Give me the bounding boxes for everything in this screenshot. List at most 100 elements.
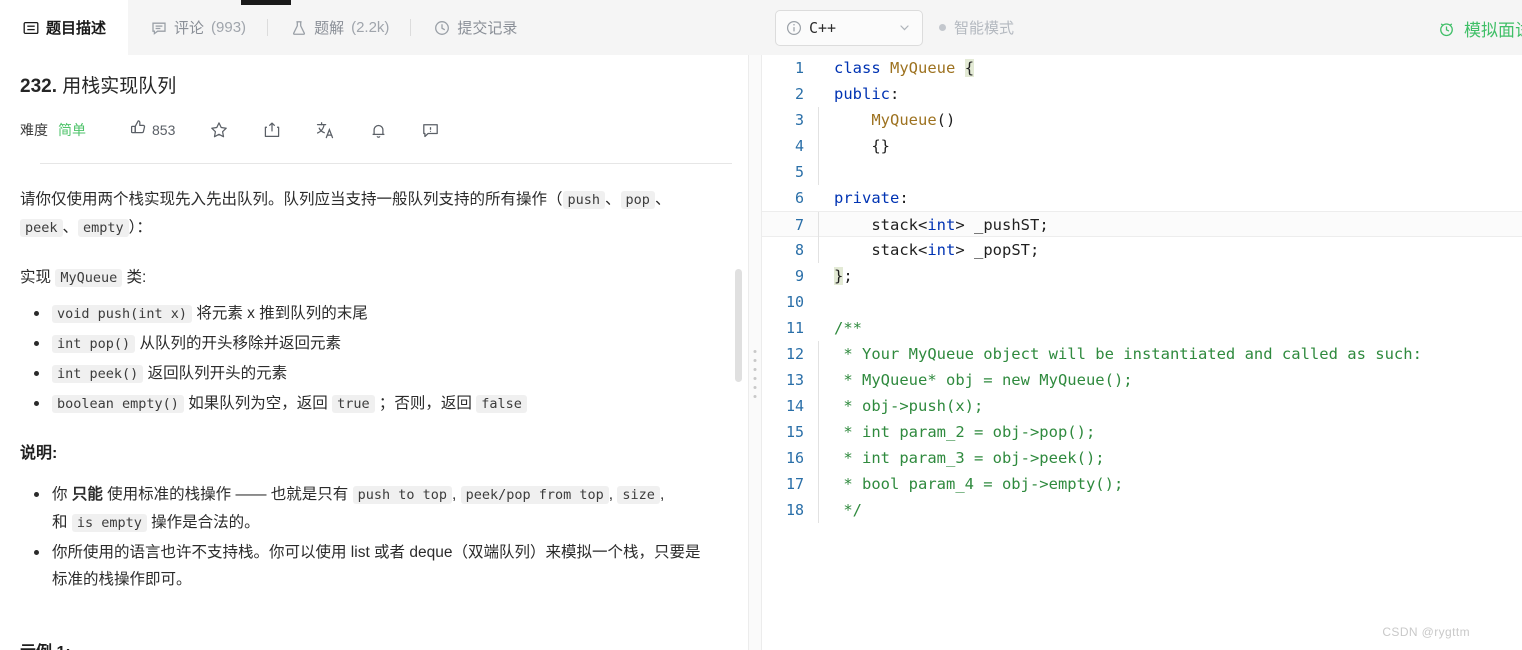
code-editor[interactable]: 1 class MyQueue { 2 public: 3 MyQueue() … bbox=[762, 55, 1522, 650]
tab-list: 题目描述 评论 (993) 题解 (2.2k) 提交记录 bbox=[0, 0, 539, 55]
list-item: int peek() 返回队列开头的元素 bbox=[34, 360, 704, 388]
list-item: 你 只能 使用标准的栈操作 —— 也就是只有 push to top, peek… bbox=[34, 481, 704, 537]
inline-code-peek-pop-from-top: peek/pop from top bbox=[460, 486, 609, 504]
share-icon[interactable] bbox=[263, 121, 281, 139]
code-line: 11 /** bbox=[762, 315, 1522, 341]
problem-description-panel: 232. 用栈实现队列 难度 简单 853 请你仅使用两个栈实现先入先出队列。队… bbox=[0, 55, 748, 650]
code-line: 5 bbox=[762, 159, 1522, 185]
tab-solutions[interactable]: 题解 (2.2k) bbox=[268, 0, 412, 55]
implement-class-paragraph: 实现 MyQueue 类: bbox=[20, 264, 704, 292]
tab-comments-count: (993) bbox=[211, 19, 247, 36]
code-content[interactable]: {} bbox=[818, 133, 1522, 159]
line-number: 3 bbox=[794, 111, 804, 129]
panel-splitter[interactable] bbox=[748, 55, 762, 650]
line-number: 11 bbox=[785, 319, 804, 337]
difficulty-label: 难度 bbox=[20, 122, 48, 138]
tab-description-label: 题目描述 bbox=[46, 20, 107, 37]
code-content[interactable]: * Your MyQueue object will be instantiat… bbox=[818, 341, 1522, 367]
code-content[interactable]: * int param_3 = obj->peek(); bbox=[818, 445, 1522, 471]
flask-icon bbox=[290, 19, 307, 36]
code-content[interactable]: stack<int> _pushST; bbox=[818, 212, 1522, 237]
code-content[interactable]: * MyQueue* obj = new MyQueue(); bbox=[818, 367, 1522, 393]
tab-description[interactable]: 题目描述 bbox=[0, 0, 129, 55]
method-description: 返回队列开头的元素 bbox=[147, 365, 288, 382]
description-scrollbar[interactable] bbox=[735, 55, 742, 650]
smart-mode-toggle[interactable]: 智能模式 bbox=[939, 17, 1014, 38]
code-line: 15 * int param_2 = obj->pop(); bbox=[762, 419, 1522, 445]
code-content[interactable]: MyQueue() bbox=[818, 107, 1522, 133]
code-content[interactable] bbox=[818, 289, 1522, 315]
page-title: 232. 用栈实现队列 bbox=[20, 73, 704, 101]
clock-icon bbox=[433, 19, 450, 36]
implement-suffix: 类: bbox=[126, 269, 147, 286]
mock-interview-label: 模拟面试 bbox=[1464, 21, 1522, 40]
code-line: 9 }; bbox=[762, 263, 1522, 289]
method-signature: int pop() bbox=[52, 335, 136, 353]
problem-description-content: 232. 用栈实现队列 难度 简单 853 请你仅使用两个栈实现先入先出队列。队… bbox=[0, 55, 740, 650]
intro-text-3: 、 bbox=[654, 191, 671, 208]
code-content[interactable]: * bool param_4 = obj->empty(); bbox=[818, 471, 1522, 497]
mock-interview-button[interactable]: 模拟面试 bbox=[1438, 16, 1522, 41]
code-content[interactable]: * int param_2 = obj->pop(); bbox=[818, 419, 1522, 445]
translate-icon[interactable] bbox=[316, 121, 335, 140]
method-signature: void push(int x) bbox=[52, 305, 193, 323]
language-select[interactable]: C++ bbox=[775, 9, 923, 46]
left-tab-strip: 题目描述 评论 (993) 题解 (2.2k) 提交记录 bbox=[0, 0, 748, 55]
code-content[interactable]: }; bbox=[818, 263, 1522, 289]
like-count: 853 bbox=[152, 122, 176, 138]
list-item: 你所使用的语言也许不支持栈。你可以使用 list 或者 deque（双端队列）来… bbox=[34, 539, 704, 593]
tab-comments[interactable]: 评论 (993) bbox=[128, 0, 269, 55]
intro-text-4: 、 bbox=[62, 219, 79, 236]
code-content[interactable]: class MyQueue { bbox=[818, 55, 1522, 81]
note-text-d: , bbox=[608, 486, 614, 503]
notes-heading: 说明: bbox=[20, 445, 58, 462]
code-line-current: 7 stack<int> _pushST; bbox=[762, 211, 1522, 237]
code-line: 4 {} bbox=[762, 133, 1522, 159]
description-intro-paragraph: 请你仅使用两个栈实现先入先出队列。队列应当支持一般队列支持的所有操作（ push、… bbox=[20, 186, 704, 242]
code-line: 3 MyQueue() bbox=[762, 107, 1522, 133]
tab-solutions-count: (2.2k) bbox=[351, 19, 390, 36]
description-scrollbar-thumb[interactable] bbox=[735, 269, 742, 382]
code-content[interactable]: * obj->push(x); bbox=[818, 393, 1522, 419]
code-content[interactable]: /** bbox=[818, 315, 1522, 341]
smart-mode-label: 智能模式 bbox=[954, 20, 1015, 37]
line-number: 18 bbox=[785, 501, 804, 519]
code-content[interactable]: */ bbox=[818, 497, 1522, 523]
inline-code-pop: pop bbox=[620, 191, 655, 209]
example-heading: 示例 1: bbox=[20, 639, 704, 650]
feedback-icon[interactable] bbox=[422, 122, 439, 139]
star-icon[interactable] bbox=[210, 121, 228, 139]
line-number: 14 bbox=[785, 397, 804, 415]
tab-submissions[interactable]: 提交记录 bbox=[411, 0, 539, 55]
line-number: 12 bbox=[785, 345, 804, 363]
problem-meta-row: 难度 简单 853 bbox=[20, 117, 704, 143]
note-text-f: 操作是合法的。 bbox=[151, 514, 260, 531]
code-content[interactable] bbox=[818, 159, 1522, 185]
method-list: void push(int x) 将元素 x 推到队列的末尾 int pop()… bbox=[20, 300, 704, 418]
line-number: 1 bbox=[794, 59, 804, 77]
inline-code-push-to-top: push to top bbox=[352, 486, 452, 504]
code-content[interactable]: stack<int> _popST; bbox=[818, 237, 1522, 263]
method-signature: boolean empty() bbox=[52, 395, 184, 413]
like-button[interactable]: 853 bbox=[130, 119, 175, 141]
inline-code-peek: peek bbox=[20, 219, 63, 237]
code-content[interactable]: public: bbox=[818, 81, 1522, 107]
code-content[interactable]: private: bbox=[818, 185, 1522, 211]
bell-icon[interactable] bbox=[370, 122, 387, 139]
difficulty-badge[interactable]: 简单 bbox=[58, 120, 86, 140]
inline-code-myqueue: MyQueue bbox=[55, 269, 123, 287]
code-line: 18 */ bbox=[762, 497, 1522, 523]
watermark: CSDN @rygttm bbox=[1382, 625, 1470, 639]
inline-code-push: push bbox=[562, 191, 606, 209]
method-description: 从队列的开头移除并返回元素 bbox=[139, 335, 341, 352]
description-body: 请你仅使用两个栈实现先入先出队列。队列应当支持一般队列支持的所有操作（ push、… bbox=[20, 186, 704, 650]
note-text-b: 使用标准的栈操作 —— 也就是只有 bbox=[107, 486, 349, 503]
line-number: 15 bbox=[785, 423, 804, 441]
smart-mode-status-dot bbox=[939, 24, 946, 31]
line-number: 4 bbox=[794, 137, 804, 155]
code-line: 12 * Your MyQueue object will be instant… bbox=[762, 341, 1522, 367]
method-description-before: 如果队列为空，返回 bbox=[188, 395, 328, 412]
inline-code-is-empty: is empty bbox=[71, 514, 147, 532]
line-number: 8 bbox=[794, 241, 804, 259]
